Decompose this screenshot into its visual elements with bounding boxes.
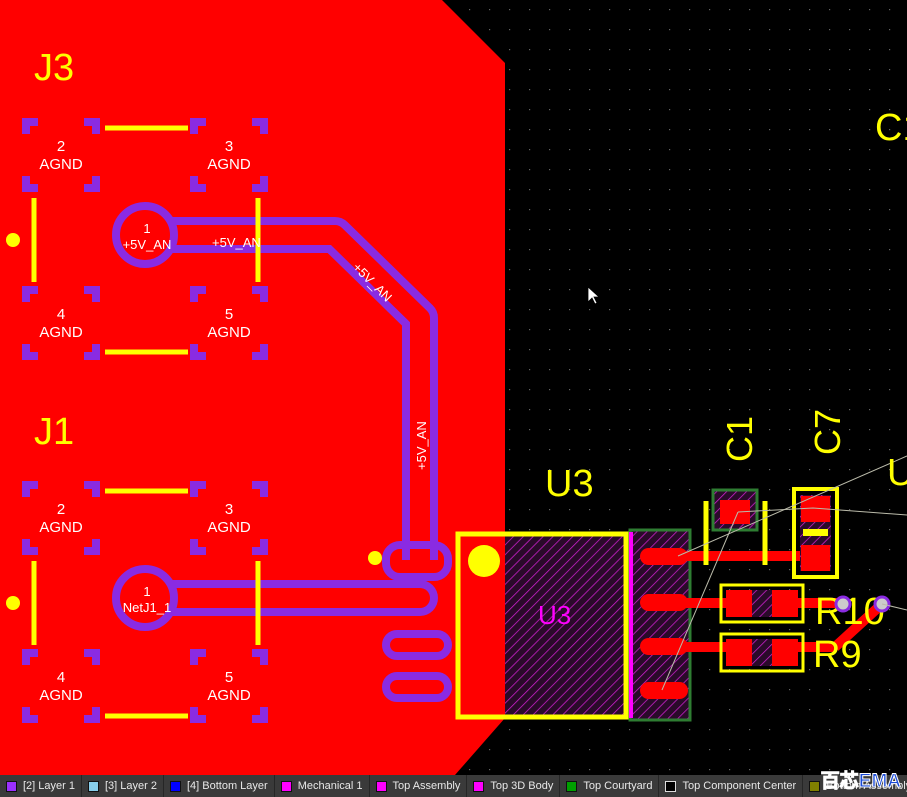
pad-net-label: AGND — [207, 519, 251, 536]
layer-tab-label: Top Assembly — [392, 780, 461, 792]
designator-j3: J3 — [34, 47, 74, 89]
pad-number: 4 — [57, 306, 65, 323]
designator-c1: C1 — [719, 416, 760, 462]
layer-tab[interactable]: Top 3D Body — [467, 775, 561, 797]
pad-1[interactable]: 1+5V_AN — [112, 202, 178, 268]
designator-r10: R10 — [815, 591, 885, 633]
layer-tab[interactable]: [4] Bottom Layer — [164, 775, 275, 797]
r10-pad[interactable] — [772, 590, 798, 617]
pad-number: 1 — [143, 221, 150, 236]
pad-net-label: AGND — [207, 687, 251, 704]
r9-pad[interactable] — [726, 639, 752, 666]
layer-tabs-bar: [2] Layer 1 [3] Layer 2 [4] Bottom Layer Me… — [0, 775, 907, 797]
layer-tab-label: Top 3D Body — [490, 780, 554, 792]
pad-net-label: NetJ1_1 — [123, 600, 171, 615]
r9-pad[interactable] — [772, 639, 798, 666]
pin1-marker-dot — [6, 596, 20, 610]
layer-tab[interactable]: [3] Layer 2 — [82, 775, 164, 797]
track-label: +5V_AN — [212, 235, 261, 250]
pad-net-label: AGND — [39, 324, 83, 341]
layer-tab-label: [3] Layer 2 — [104, 780, 157, 792]
pad-number: 5 — [225, 306, 233, 323]
c7-pad[interactable] — [801, 545, 830, 571]
designator-r9: R9 — [813, 634, 862, 676]
pad-net-label: AGND — [207, 324, 251, 341]
via[interactable] — [834, 595, 852, 613]
pad-number: 3 — [225, 138, 233, 155]
layer-tab-label: [4] Bottom Layer — [186, 780, 268, 792]
layer-tab[interactable]: [2] Layer 1 — [0, 775, 82, 797]
pad-net-label: AGND — [39, 156, 83, 173]
layer-color-swatch — [665, 780, 677, 792]
pin1-marker-dot — [368, 551, 382, 565]
layer-tab-label: Mechanical 1 — [297, 780, 363, 792]
silk-mark — [803, 529, 828, 536]
layer-tab[interactable]: Top Courtyard — [560, 775, 660, 797]
pad-net-label: AGND — [39, 519, 83, 536]
layer-tab[interactable]: Top Assembly — [370, 775, 468, 797]
layer-color-swatch — [809, 780, 821, 792]
layer-color-swatch — [6, 780, 17, 792]
pad-net-label: AGND — [207, 156, 251, 173]
layer-color-swatch — [473, 780, 485, 792]
pad-net-label: +5V_AN — [123, 237, 172, 252]
layer-color-swatch — [375, 780, 387, 792]
designator-u3: U3 — [545, 463, 594, 505]
pad-number: 5 — [225, 669, 233, 686]
pad-number: 1 — [143, 584, 150, 599]
layer-color-swatch — [566, 780, 578, 792]
pad-number: 2 — [57, 501, 65, 518]
designator-c1-partial: C1 — [875, 107, 907, 149]
pad-1[interactable]: 1NetJ1_1 — [112, 565, 178, 631]
layer-tab-label: Top Courtyard — [583, 780, 653, 792]
layer-color-swatch — [169, 780, 181, 792]
pad-number: 4 — [57, 669, 65, 686]
track-label: +5V_AN — [414, 421, 429, 470]
layer-color-swatch — [87, 780, 99, 792]
pin1-marker-dot — [6, 233, 20, 247]
layer-tab-label: Top Component Center — [682, 780, 797, 792]
layer-color-swatch — [280, 780, 292, 792]
pcb-canvas[interactable]: J3 J1 2AGND3AGND4AGND5AGND1+5V_AN2AGND3A… — [0, 0, 907, 775]
pin1-marker-dot — [468, 545, 500, 577]
designator-c7: C7 — [807, 409, 848, 455]
u3-assembly-label: U3 — [538, 600, 571, 630]
r10-pad[interactable] — [726, 590, 752, 617]
pad-number: 2 — [57, 138, 65, 155]
pad-number: 3 — [225, 501, 233, 518]
layer-tab[interactable]: Mechanical 1 — [275, 775, 370, 797]
designator-j1: J1 — [34, 411, 74, 453]
layer-tab-label: [2] Layer 1 — [23, 780, 75, 792]
pad-net-label: AGND — [39, 687, 83, 704]
designator-u-partial: U — [887, 452, 907, 494]
watermark-logo: 百芯EMA — [820, 771, 901, 793]
layer-tab[interactable]: Top Component Center — [659, 775, 804, 797]
